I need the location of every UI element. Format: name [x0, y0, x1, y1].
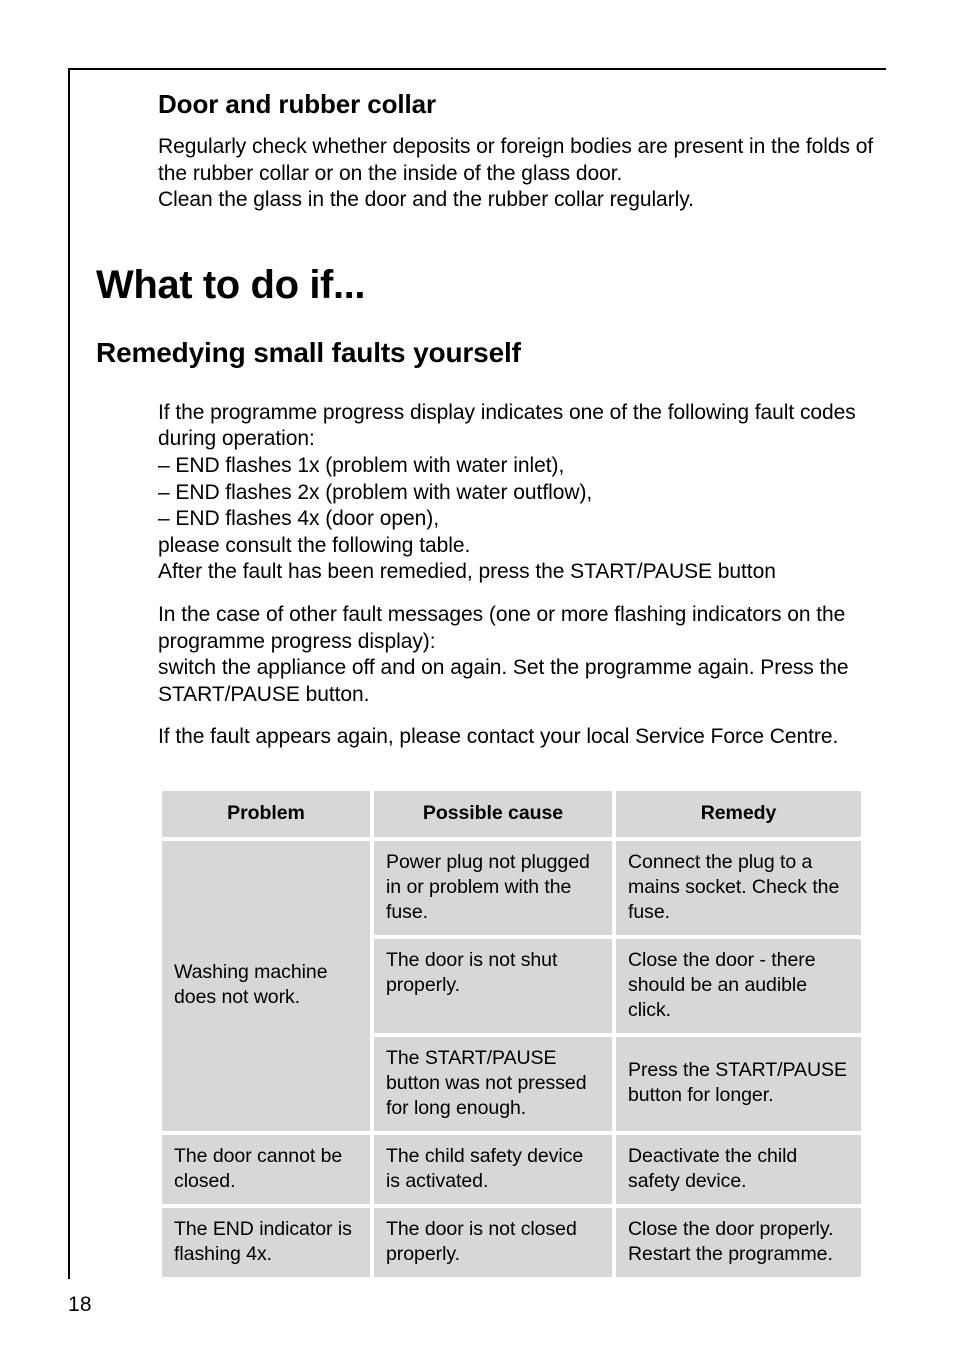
cell-remedy: Connect the plug to a mains socket. Chec…	[616, 840, 861, 935]
column-header-problem: Problem	[162, 790, 370, 837]
remedying-paragraph-two: In the case of other fault messages (one…	[158, 602, 849, 706]
cell-remedy: Press the START/PAUSE button for longer.	[616, 1036, 861, 1131]
cell-cause: The child safety device is activated.	[374, 1134, 612, 1204]
page-left-rule	[68, 68, 70, 1279]
table-row: The END indicator is flashing 4x. The do…	[162, 1207, 861, 1277]
page-number: 18	[68, 1293, 92, 1316]
column-header-possible-cause: Possible cause	[374, 790, 612, 837]
cell-problem: Washing machine does not work.	[162, 840, 370, 1131]
cell-remedy: Close the door properly. Restart the pro…	[616, 1207, 861, 1277]
cell-problem: The END indicator is flashing 4x.	[162, 1207, 370, 1277]
cell-remedy: Close the door - there should be an audi…	[616, 938, 861, 1033]
cell-problem: The door cannot be closed.	[162, 1134, 370, 1204]
column-header-remedy: Remedy	[616, 790, 861, 837]
cell-cause: The START/PAUSE button was not pressed f…	[374, 1036, 612, 1131]
heading-spacer-two	[96, 370, 886, 400]
table-row: The door cannot be closed. The child saf…	[162, 1134, 861, 1204]
cell-cause: The door is not shut properly.	[374, 938, 612, 1033]
page-content: Door and rubber collar Regularly check w…	[96, 88, 886, 1281]
door-collar-heading: Door and rubber collar	[158, 89, 437, 119]
cell-remedy: Deactivate the child safety device.	[616, 1134, 861, 1204]
table-row: Washing machine does not work. Power plu…	[162, 840, 861, 1131]
remedying-paragraph-one: If the programme progress display indica…	[158, 400, 856, 584]
heading-spacer-one	[96, 308, 886, 336]
table-header-row: Problem Possible cause Remedy	[162, 790, 861, 837]
remedying-paragraph-three: If the fault appears again, please conta…	[158, 725, 839, 749]
fault-table: Problem Possible cause Remedy Washing ma…	[158, 787, 865, 1281]
cell-cause: The door is not closed properly.	[374, 1207, 612, 1277]
chapter-heading: What to do if...	[96, 262, 366, 307]
door-collar-body: Regularly check whether deposits or fore…	[158, 134, 886, 214]
page-top-rule	[68, 68, 886, 70]
remedying-body: If the programme progress display indica…	[158, 400, 886, 751]
chapter-spacer	[96, 214, 886, 262]
door-collar-paragraph: Regularly check whether deposits or fore…	[158, 135, 874, 212]
cell-cause: Power plug not plugged in or problem wit…	[374, 840, 612, 935]
remedying-heading: Remedying small faults yourself	[96, 336, 521, 368]
